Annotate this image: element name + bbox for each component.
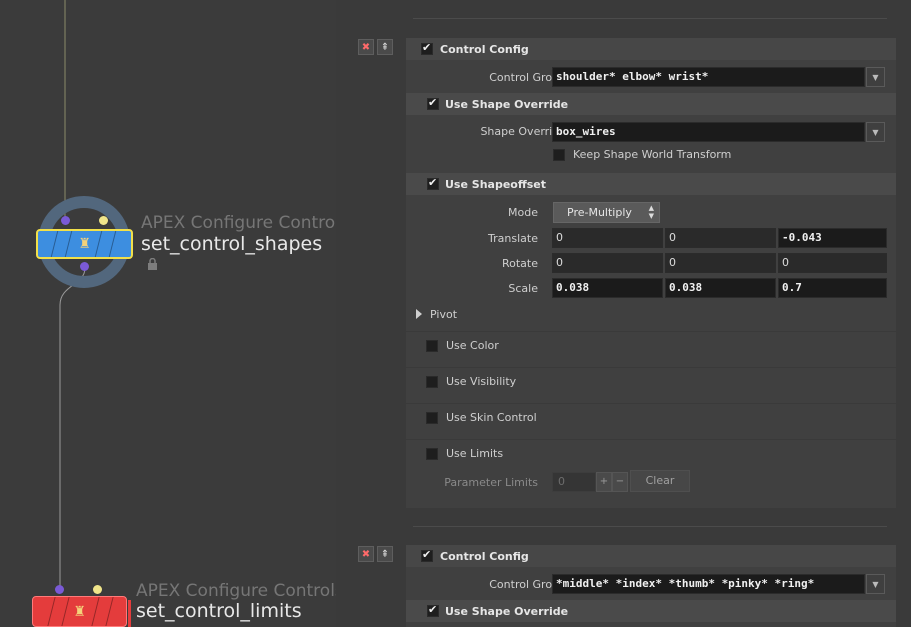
pivot-label: Pivot xyxy=(430,307,458,321)
control-config-label: Control Config xyxy=(440,549,529,563)
keep-shape-world-checkbox[interactable] xyxy=(553,148,565,161)
scale-label: Scale xyxy=(508,282,538,295)
use-shapeoffset-header[interactable]: Use Shapeoffset xyxy=(406,173,896,195)
use-shape-override-header[interactable]: Use Shape Override xyxy=(406,600,896,622)
translate-x-input[interactable]: 0 xyxy=(552,228,663,248)
use-color-checkbox[interactable] xyxy=(426,339,438,352)
scale-x-input[interactable]: 0.038 xyxy=(552,278,663,298)
node2-input-port-purple[interactable] xyxy=(55,585,64,594)
control-config-block-2: Control Config Control Group *middle* *i… xyxy=(406,545,896,627)
use-visibility-checkbox[interactable] xyxy=(426,375,438,388)
apex-node-icon: ♜ xyxy=(78,236,91,252)
mode-menu[interactable]: Pre-Multiply ▲ ▼ xyxy=(553,202,660,223)
control-group-dropdown[interactable]: ▼ xyxy=(866,574,885,594)
parameter-limits-label: Parameter Limits xyxy=(444,476,538,489)
use-limits-row[interactable]: Use Limits xyxy=(406,439,896,467)
scale-y-input[interactable]: 0.038 xyxy=(665,278,776,298)
mode-value: Pre-Multiply xyxy=(567,206,632,219)
remove-limit-button[interactable]: − xyxy=(612,472,628,492)
scale-z-input[interactable]: 0.7 xyxy=(778,278,887,298)
remove-instance-button[interactable]: ✖ xyxy=(358,39,374,55)
rotate-x-input[interactable]: 0 xyxy=(552,253,663,273)
use-shape-override-checkbox[interactable] xyxy=(427,96,439,110)
node2-type-label: APEX Configure Controls xyxy=(136,581,336,601)
use-shapeoffset-checkbox[interactable] xyxy=(427,176,439,190)
rotate-z-input[interactable]: 0 xyxy=(778,253,887,273)
rotate-label: Rotate xyxy=(501,257,538,270)
control-config-checkbox[interactable] xyxy=(421,41,433,55)
use-visibility-row[interactable]: Use Visibility xyxy=(406,367,896,395)
node2-edge-marker xyxy=(128,600,131,627)
control-config-block-1: Control Config Control Group shoulder* e… xyxy=(406,38,896,508)
translate-z-input[interactable]: -0.043 xyxy=(778,228,887,248)
control-group-dropdown[interactable]: ▼ xyxy=(866,67,885,87)
use-skin-control-row[interactable]: Use Skin Control xyxy=(406,403,896,431)
parameter-pane: ✖ ⇞ Control Config Control Group shoulde… xyxy=(336,0,911,627)
use-shape-override-label: Use Shape Override xyxy=(445,97,569,111)
move-instance-button[interactable]: ⇞ xyxy=(377,39,393,55)
use-skin-control-label: Use Skin Control xyxy=(446,411,537,424)
mode-label: Mode xyxy=(508,206,538,219)
move-instance-button[interactable]: ⇞ xyxy=(377,546,393,562)
node2-name[interactable]: set_control_limits xyxy=(136,600,302,622)
node-set-control-limits[interactable]: ♜ xyxy=(32,596,127,627)
shape-override-dropdown[interactable]: ▼ xyxy=(866,122,885,142)
control-config-header[interactable]: Control Config xyxy=(406,545,896,567)
multiparm-gutter xyxy=(336,0,400,627)
use-skin-control-checkbox[interactable] xyxy=(426,411,438,424)
separator xyxy=(413,526,887,527)
keep-shape-world-label: Keep Shape World Transform xyxy=(573,148,732,161)
use-shape-override-header[interactable]: Use Shape Override xyxy=(406,93,896,115)
node-wires xyxy=(59,0,86,590)
control-group-input[interactable]: shoulder* elbow* wrist* xyxy=(552,67,865,87)
node2-input-port-yellow[interactable] xyxy=(93,585,102,594)
use-visibility-label: Use Visibility xyxy=(446,375,517,388)
control-config-checkbox[interactable] xyxy=(421,548,433,562)
translate-y-input[interactable]: 0 xyxy=(665,228,776,248)
pivot-folder[interactable]: Pivot xyxy=(406,303,896,325)
rotate-y-input[interactable]: 0 xyxy=(665,253,776,273)
control-group-input[interactable]: *middle* *index* *thumb* *pinky* *ring* xyxy=(552,574,865,594)
keep-shape-world-row[interactable]: Keep Shape World Transform xyxy=(553,148,731,161)
separator xyxy=(413,18,887,19)
node1-input-port-purple[interactable] xyxy=(61,216,70,225)
use-color-label: Use Color xyxy=(446,339,499,352)
use-shapeoffset-label: Use Shapeoffset xyxy=(445,177,547,191)
expand-triangle-icon xyxy=(416,309,422,319)
apex-node-icon: ♜ xyxy=(73,603,86,620)
node1-type-label: APEX Configure Controls xyxy=(141,213,336,233)
use-limits-checkbox[interactable] xyxy=(426,447,438,460)
use-limits-label: Use Limits xyxy=(446,447,504,460)
lock-icon[interactable] xyxy=(147,258,158,270)
add-limit-button[interactable]: + xyxy=(596,472,612,492)
updown-arrows-icon: ▲ ▼ xyxy=(648,204,654,220)
network-view[interactable]: ♜ APEX Configure Controls set_control_sh… xyxy=(0,0,336,627)
use-shape-override-label: Use Shape Override xyxy=(445,604,569,618)
clear-limits-button[interactable]: Clear xyxy=(630,470,690,492)
control-config-header[interactable]: Control Config xyxy=(406,38,896,60)
control-config-label: Control Config xyxy=(440,42,529,56)
node1-output-port[interactable] xyxy=(80,262,89,271)
use-shape-override-checkbox[interactable] xyxy=(427,603,439,617)
translate-label: Translate xyxy=(488,232,538,245)
node-set-control-shapes[interactable]: ♜ xyxy=(36,229,133,259)
use-color-row[interactable]: Use Color xyxy=(406,331,896,359)
parameter-limits-count[interactable]: 0 xyxy=(552,472,596,492)
shape-override-input[interactable]: box_wires xyxy=(552,122,865,142)
node1-name[interactable]: set_control_shapes xyxy=(141,233,322,255)
remove-instance-button[interactable]: ✖ xyxy=(358,546,374,562)
node1-input-port-yellow[interactable] xyxy=(99,216,108,225)
